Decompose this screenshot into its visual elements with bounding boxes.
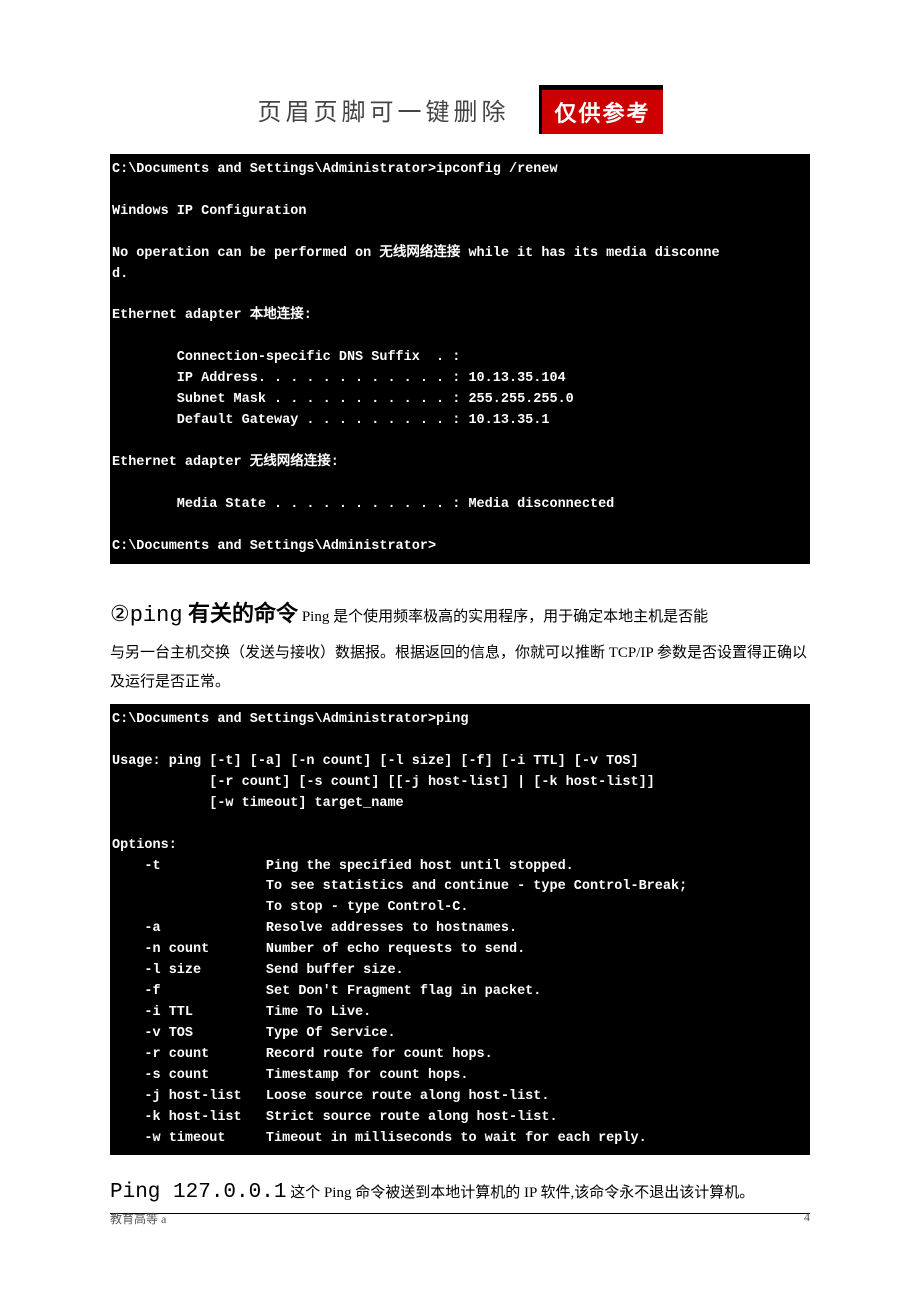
document-page: 页眉页脚可一键删除 仅供参考 C:\Documents and Settings…	[0, 0, 920, 1214]
ping-description-line: Ping 127.0.0.1 这个 Ping 命令被送到本地计算机的 IP 软件…	[110, 1175, 810, 1214]
terminal-output-ping: C:\Documents and Settings\Administrator>…	[110, 704, 810, 1155]
header-title: 页眉页脚可一键删除	[257, 92, 509, 127]
ping-command: Ping 127.0.0.1	[110, 1181, 286, 1204]
ping-description: 这个 Ping 命令被送到本地计算机的 IP 软件,该命令永不退出该计算机。	[286, 1185, 754, 1201]
section-heading: ②ping 有关的命令 Ping 是个使用频率极高的实用程序，用于确定本地主机是…	[110, 594, 810, 636]
footer-left: 教育高等 a	[110, 1210, 166, 1227]
section-number: ②	[110, 601, 130, 626]
footer-page-number: 4	[804, 1210, 810, 1227]
page-header: 页眉页脚可一键删除 仅供参考	[110, 85, 810, 134]
section-intro-text: 与另一台主机交换（发送与接收）数据报。根据返回的信息，你就可以推断 TCP/IP…	[110, 639, 810, 696]
header-badge: 仅供参考	[539, 85, 662, 134]
section-intro-inline: Ping 是个使用频率极高的实用程序，用于确定本地主机是否能	[298, 609, 708, 625]
page-footer: 教育高等 a 4	[110, 1210, 810, 1227]
section-title: 有关的命令	[183, 601, 299, 626]
section-command: ping	[130, 603, 183, 628]
terminal-output-ipconfig: C:\Documents and Settings\Administrator>…	[110, 154, 810, 564]
